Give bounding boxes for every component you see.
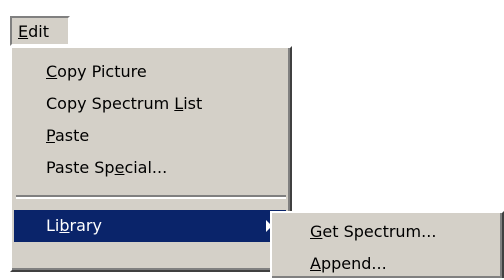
menu-item-library[interactable]: Library (14, 210, 286, 242)
menu-separator (16, 195, 286, 199)
edit-menu-title[interactable]: Edit (10, 16, 70, 46)
library-submenu: Get Spectrum... Append... (270, 211, 504, 278)
menu-item-get-spectrum[interactable]: Get Spectrum... (272, 216, 502, 248)
edit-menu-label: Edit (18, 22, 49, 41)
menu-item-append[interactable]: Append... (272, 248, 502, 280)
menu-item-copy-spectrum-list[interactable]: Copy Spectrum List (12, 88, 290, 120)
menu-item-copy-picture[interactable]: Copy Picture (12, 56, 290, 88)
edit-menu: Copy Picture Copy Spectrum List Paste Pa… (10, 46, 292, 272)
menu-item-paste-special[interactable]: Paste Special... (12, 152, 290, 184)
menu-item-paste[interactable]: Paste (12, 120, 290, 152)
